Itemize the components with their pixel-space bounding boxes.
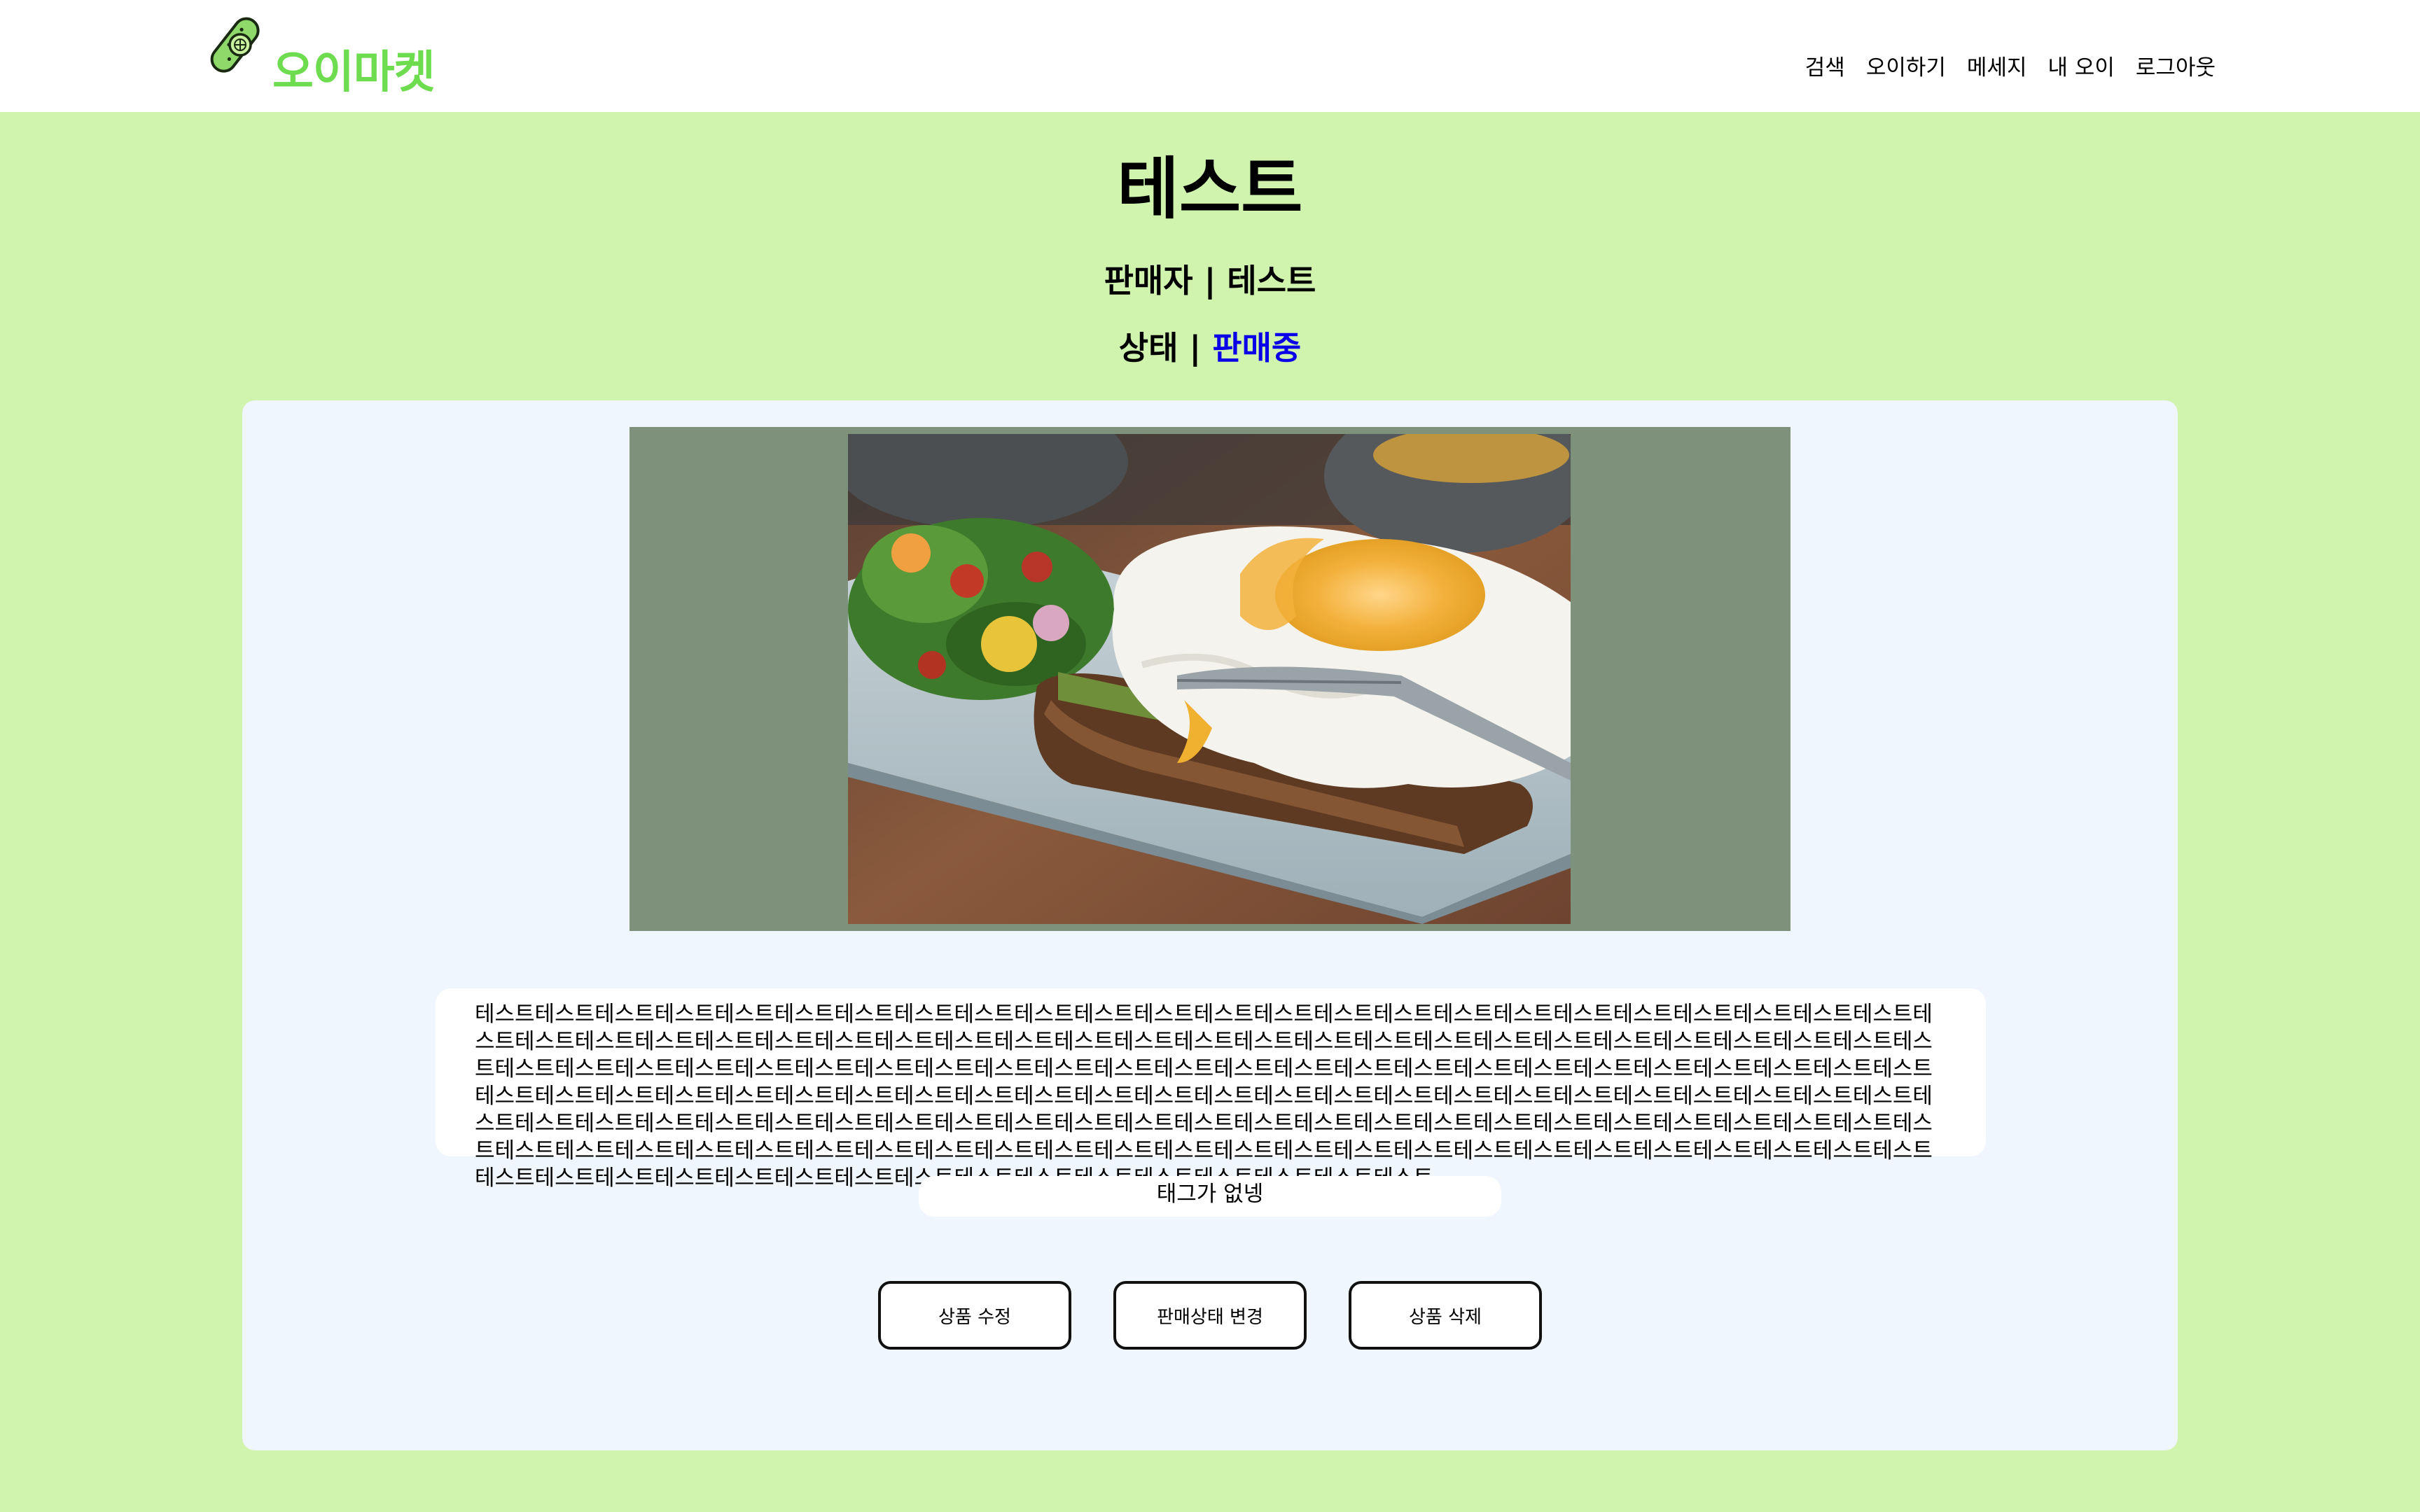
product-description: 테스트테스트테스트테스트테스트테스트테스트테스트테스트테스트테스트테스트테스트테… — [475, 1002, 1933, 1191]
product-tags: 태그가 없넹 — [919, 1176, 1501, 1217]
product-actions: 상품 수정 판매상태 변경 상품 삭제 — [242, 1281, 2178, 1350]
nav-search[interactable]: 검색 — [1805, 57, 1845, 79]
sale-status: 상태 | 판매중 — [0, 332, 2420, 364]
brand-home-link[interactable]: 오이마켓 — [207, 13, 436, 99]
status-value: 판매중 — [1212, 329, 1302, 367]
edit-product-button[interactable]: 상품 수정 — [878, 1281, 1071, 1350]
seller-label: 판매자 — [1104, 262, 1193, 300]
nav-oi-post[interactable]: 오이하기 — [1866, 57, 1946, 79]
product-image-frame — [630, 427, 1790, 931]
delete-product-button[interactable]: 상품 삭제 — [1349, 1281, 1542, 1350]
product-photo — [848, 434, 1571, 924]
status-separator: | — [1189, 329, 1202, 367]
nav-logout[interactable]: 로그아웃 — [2136, 57, 2216, 79]
main-nav: 검색 오이하기 메세지 내 오이 로그아웃 — [1805, 57, 2216, 79]
status-label: 상태 — [1118, 329, 1178, 367]
nav-messages[interactable]: 메세지 — [1967, 57, 2027, 79]
product-title: 테스트 — [1117, 150, 1303, 228]
top-navigation-bar: 오이마켓 검색 오이하기 메세지 내 오이 로그아웃 — [0, 0, 2420, 112]
seller-name: 테스트 — [1227, 262, 1316, 300]
seller-separator: | — [1204, 262, 1216, 300]
brand-name: 오이마켓 — [272, 47, 436, 99]
change-sale-status-button[interactable]: 판매상태 변경 — [1113, 1281, 1307, 1350]
cucumber-logo-icon — [210, 17, 260, 73]
nav-my-oi[interactable]: 내 오이 — [2047, 57, 2114, 79]
product-detail-card: 테스트테스트테스트테스트테스트테스트테스트테스트테스트테스트테스트테스트테스트테… — [242, 400, 2178, 1450]
product-description-box: 테스트테스트테스트테스트테스트테스트테스트테스트테스트테스트테스트테스트테스트테… — [436, 988, 1986, 1191]
seller-info: 판매자 | 테스트 — [0, 265, 2420, 297]
